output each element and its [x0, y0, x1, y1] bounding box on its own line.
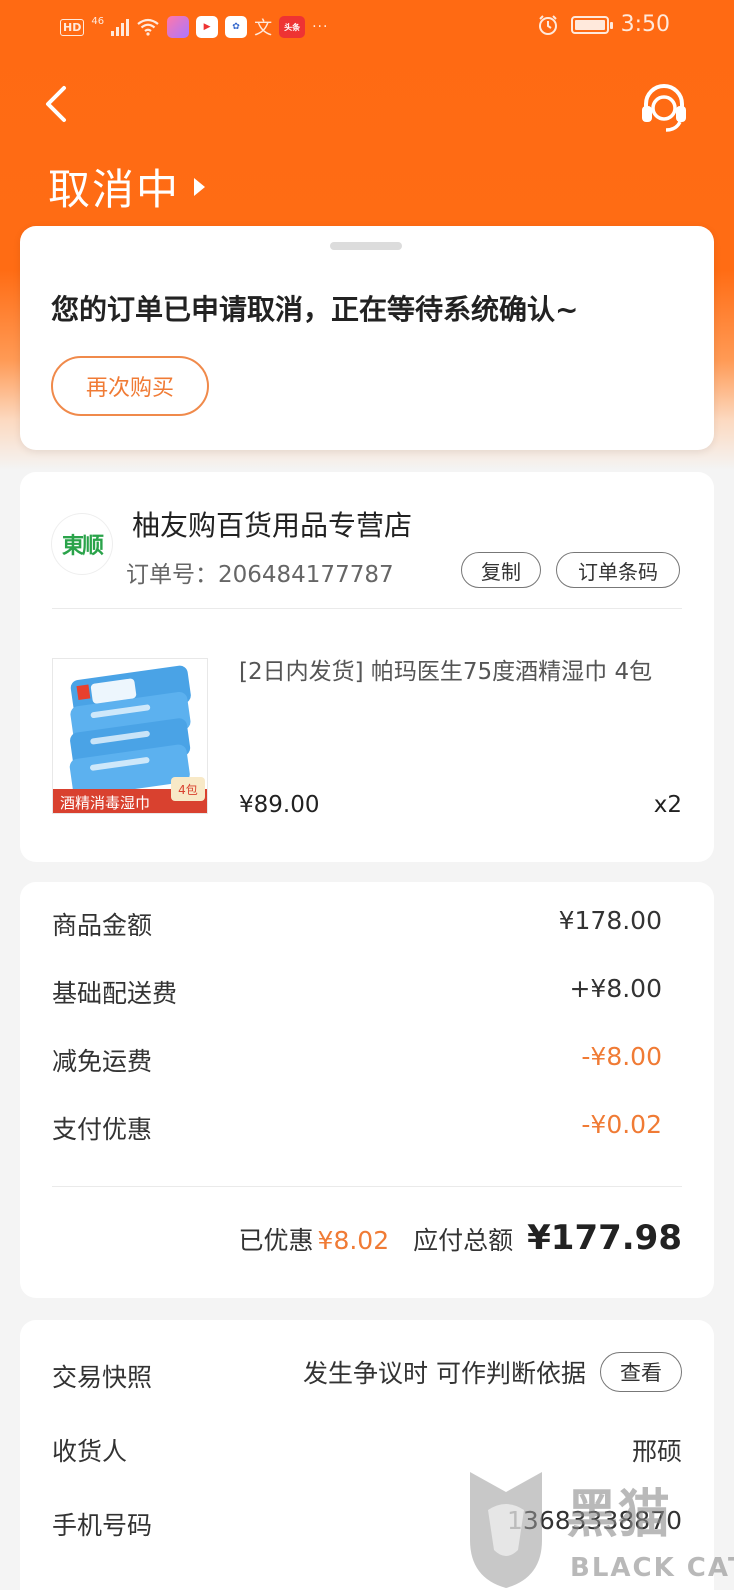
clock: 3:50 [620, 12, 670, 37]
order-number-row: 订单号：206484177787 [126, 555, 394, 589]
customer-service-icon[interactable] [636, 78, 692, 134]
status-arrow-icon [194, 177, 206, 196]
back-arrow-icon[interactable] [38, 82, 82, 126]
status-bar-right: 3:50 [537, 12, 670, 37]
copy-order-button[interactable]: 复制 [461, 552, 541, 588]
order-number-label: 订单号： [126, 562, 218, 588]
divider [52, 1186, 682, 1187]
order-status-text: 取消中 [48, 165, 181, 214]
product-image-badge: 4包 [178, 783, 198, 797]
translate-icon: 文 [254, 18, 273, 39]
rebuy-button[interactable]: 再次购买 [51, 356, 209, 416]
store-order-card: 東顺 柚友购百货用品专营店 订单号：206484177787 复制 订单条码 4… [20, 472, 714, 862]
product-image-banner: 酒精消毒湿巾 [60, 794, 150, 812]
amount-label: 商品金额 [52, 911, 153, 940]
amount-value: ¥178.00 [558, 906, 662, 935]
discount-value: ¥8.02 [317, 1226, 390, 1255]
app-toutiao-icon: 头条 [279, 16, 306, 38]
wipes-package-image: 4包 酒精消毒湿巾 [53, 659, 207, 813]
product-price: ¥89.00 [239, 792, 320, 818]
store-name[interactable]: 柚友购百货用品专营店 [132, 504, 412, 544]
product-image[interactable]: 4包 酒精消毒湿巾 [52, 658, 208, 814]
order-barcode-button[interactable]: 订单条码 [556, 552, 680, 588]
amount-summary-card: 商品金额 ¥178.00 基础配送费 +¥8.00 减免运费 -¥8.00 支付… [20, 882, 714, 1298]
order-status-title[interactable]: 取消中 [48, 156, 206, 217]
network-type: 46 [91, 15, 105, 27]
amount-value: -¥8.00 [581, 1042, 662, 1071]
more-icon: ··· [312, 19, 329, 35]
status-bar-left: HD 46 ▶ ✿ 文 头条 ··· [60, 14, 328, 40]
amount-row-shipping-discount: 减免运费 -¥8.00 [52, 1042, 662, 1078]
receiver-value: 邢硕 [631, 1437, 682, 1466]
product-title[interactable]: [2日内发货] 帕玛医生75度酒精湿巾 4包 [239, 656, 679, 688]
amount-label: 减免运费 [52, 1047, 153, 1076]
order-number: 206484177787 [218, 562, 394, 588]
amount-value: +¥8.00 [569, 974, 662, 1003]
total-label: 应付总额 [413, 1226, 514, 1255]
total-amount: ¥177.98 [527, 1218, 682, 1258]
product-quantity: x2 [653, 792, 682, 818]
receiver-label: 收货人 [52, 1437, 128, 1466]
amount-row-goods: 商品金额 ¥178.00 [52, 906, 662, 942]
trade-snapshot-label: 交易快照 [52, 1363, 153, 1392]
hd-indicator: HD [60, 18, 85, 36]
app-flower-icon [167, 16, 190, 38]
discount-label: 已优惠 [238, 1226, 314, 1255]
amount-row-delivery: 基础配送费 +¥8.00 [52, 974, 662, 1010]
amount-label: 基础配送费 [52, 979, 178, 1008]
total-line: 已优惠 ¥8.02 应付总额 ¥177.98 [239, 1218, 682, 1258]
battery-icon [570, 15, 613, 34]
view-snapshot-button[interactable]: 查看 [600, 1352, 682, 1392]
store-logo: 東顺 [52, 514, 112, 574]
app-paw-icon: ✿ [225, 16, 248, 38]
trade-snapshot-right: 发生争议时 可作判断依据 查看 [303, 1352, 682, 1392]
wifi-icon [137, 18, 159, 36]
trade-snapshot-row: 交易快照 发生争议时 可作判断依据 查看 [52, 1352, 682, 1394]
trade-snapshot-hint: 发生争议时 可作判断依据 [303, 1359, 586, 1388]
cancel-status-card: 您的订单已申请取消，正在等待系统确认~ 再次购买 [20, 226, 714, 450]
phone-label: 手机号码 [52, 1511, 153, 1540]
amount-label: 支付优惠 [52, 1115, 153, 1144]
alarm-icon [538, 14, 557, 35]
cancel-status-message: 您的订单已申请取消，正在等待系统确认~ [51, 293, 579, 326]
amount-row-payment-discount: 支付优惠 -¥0.02 [52, 1110, 662, 1146]
order-info-card: 交易快照 发生争议时 可作判断依据 查看 收货人 邢硕 手机号码 1368333… [20, 1320, 714, 1590]
signal-icon [111, 18, 130, 36]
app-play-icon: ▶ [196, 16, 219, 38]
receiver-row: 收货人 邢硕 [52, 1432, 682, 1468]
drag-handle[interactable] [330, 242, 402, 250]
amount-value: -¥0.02 [581, 1110, 662, 1139]
status-bar: HD 46 ▶ ✿ 文 头条 ··· 3:50 [0, 0, 734, 56]
phone-row: 手机号码 13683338870 [52, 1506, 682, 1542]
phone-value: 13683338870 [507, 1506, 682, 1535]
divider [52, 608, 682, 609]
